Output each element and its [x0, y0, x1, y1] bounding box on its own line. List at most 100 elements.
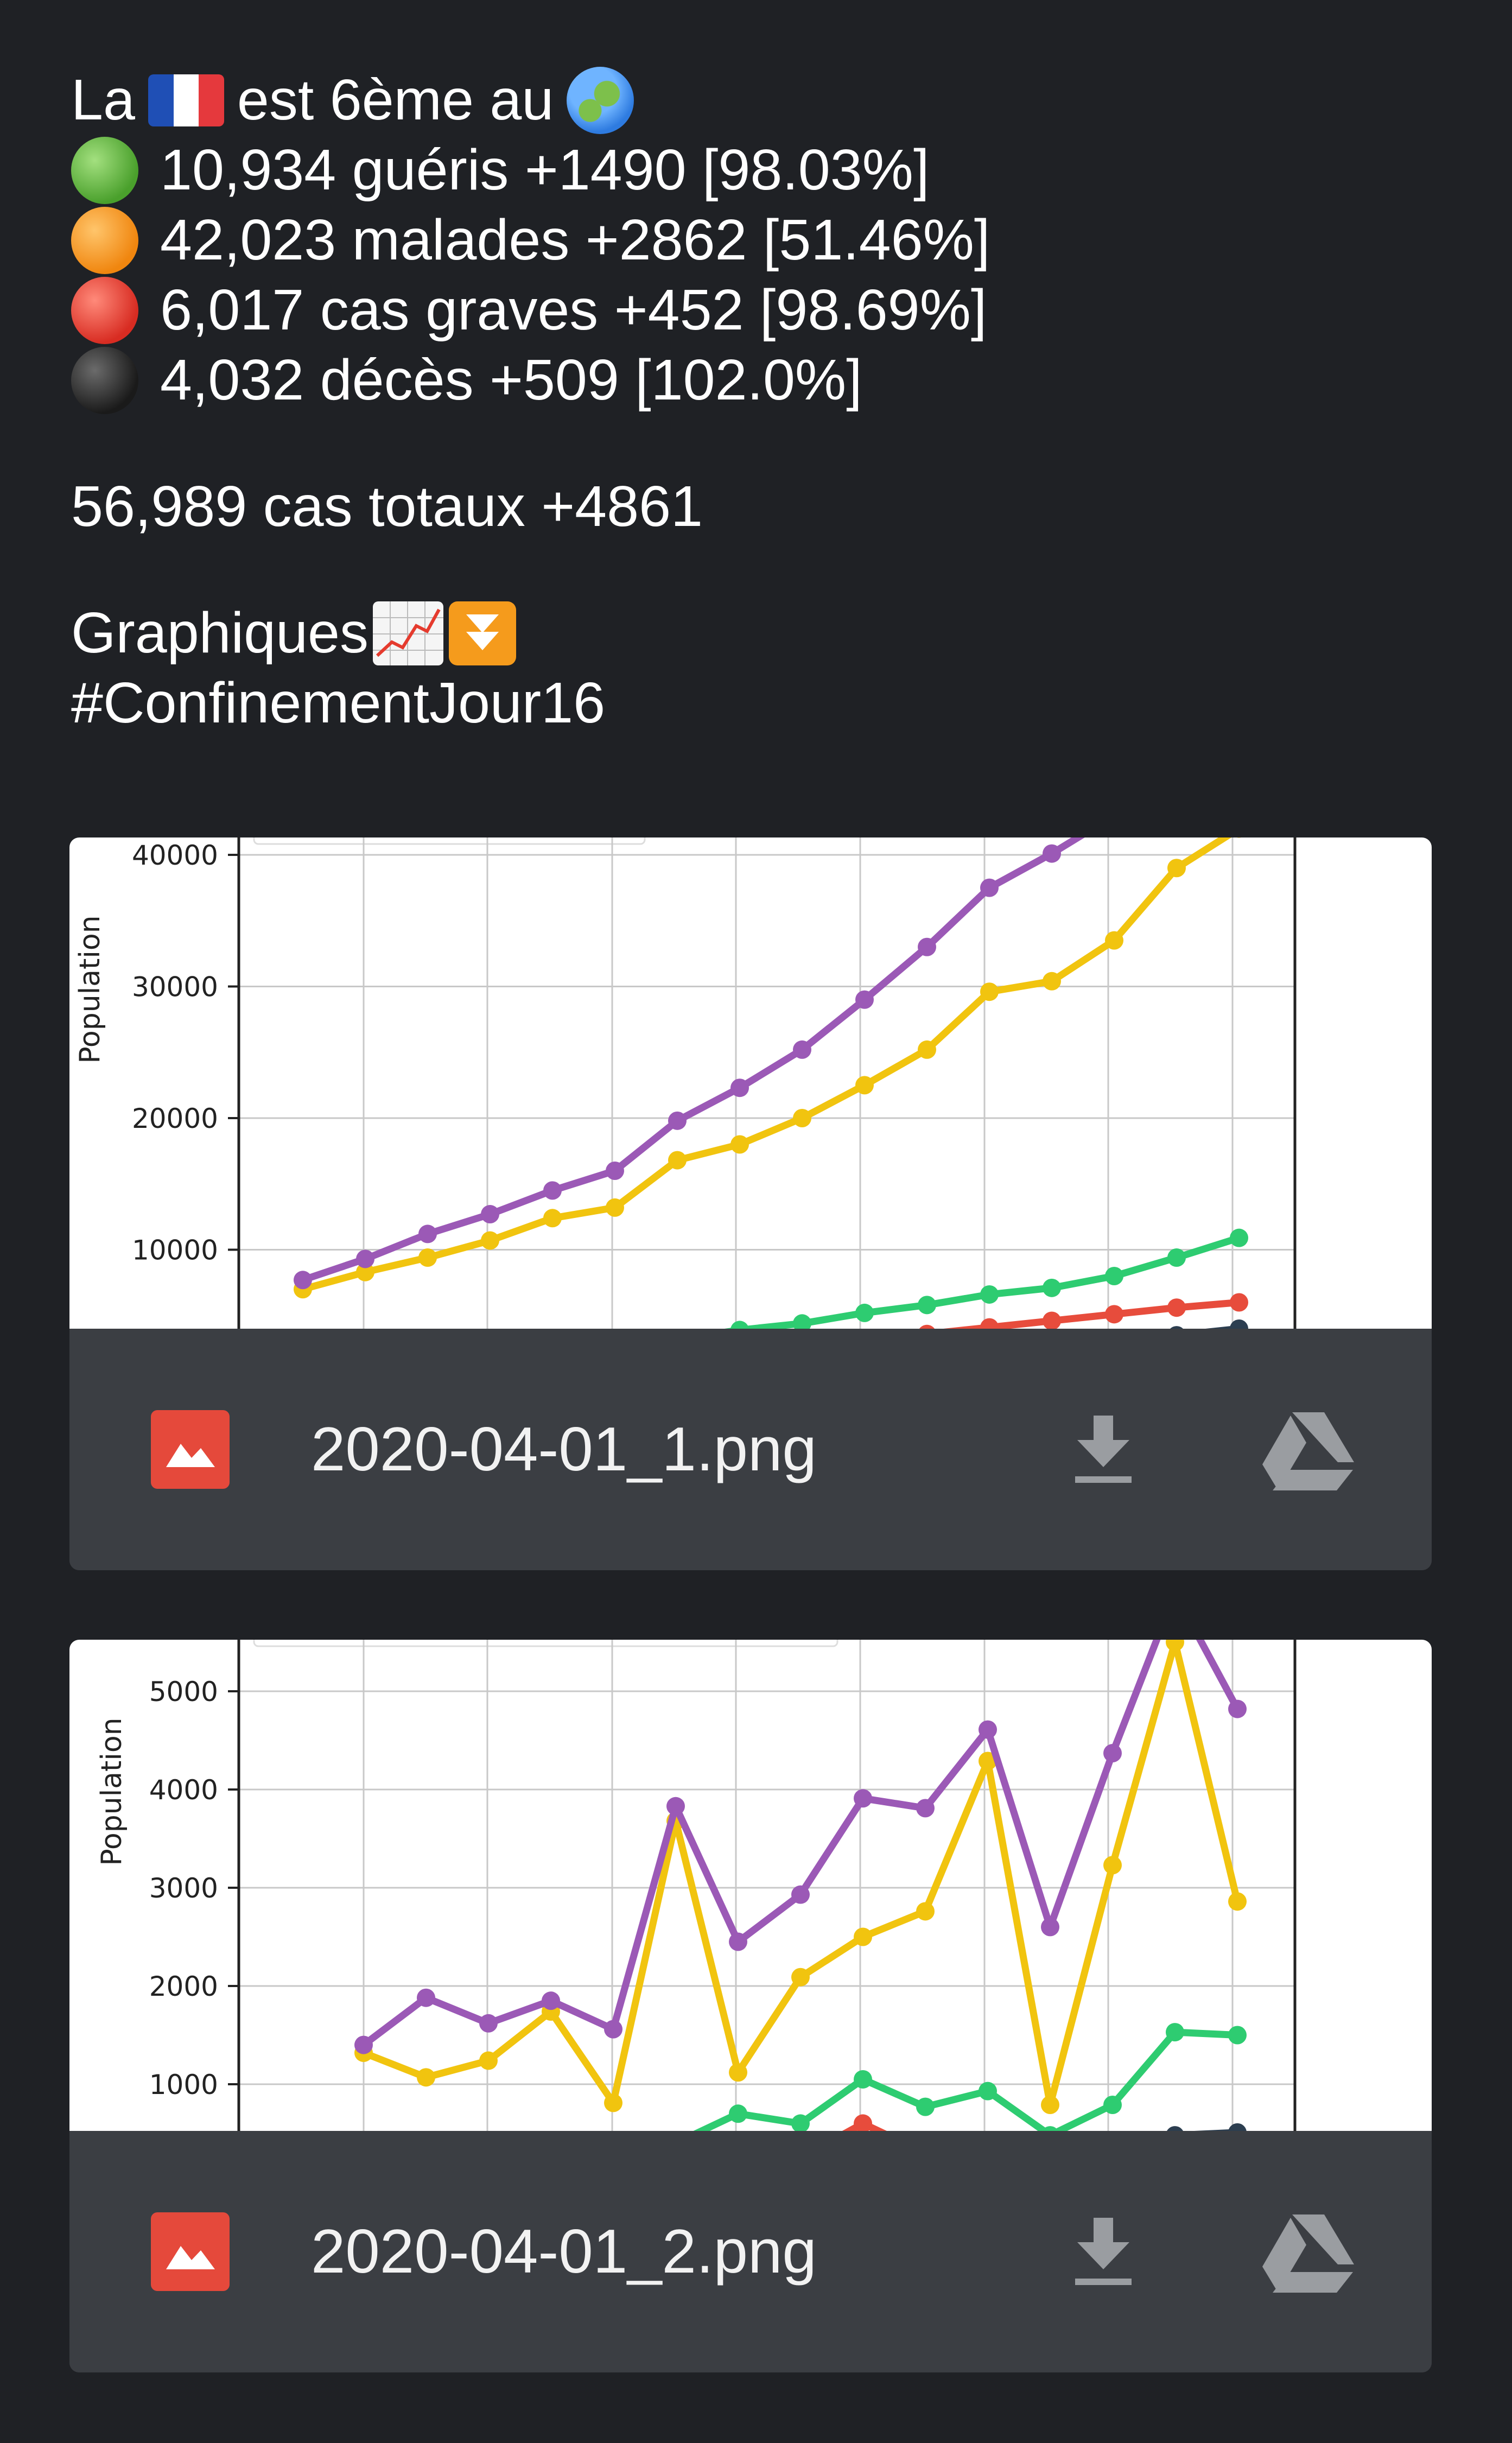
y-tick-label: 40000: [132, 840, 218, 871]
data-point-yellow: [1043, 972, 1061, 991]
globe-icon: [567, 66, 634, 134]
data-point-purple: [604, 2020, 622, 2039]
stat-line-severe: 6,017 cas graves +452 [98.69%]: [71, 275, 1439, 345]
data-point-green: [1043, 1278, 1061, 1297]
data-point-purple: [730, 1078, 749, 1097]
hashtag[interactable]: #ConfinementJour16: [71, 668, 1439, 738]
data-point-purple: [666, 1797, 685, 1816]
data-point-yellow: [479, 2051, 498, 2070]
data-point-yellow: [1166, 1640, 1184, 1652]
data-point-yellow: [604, 2093, 622, 2112]
data-point-green: [855, 1303, 874, 1322]
stat-line-recovered: 10,934 guéris +1490 [98.03%]: [71, 135, 1439, 205]
series-line-purple: [301, 837, 1085, 1284]
image-attachment-1[interactable]: 10000 20000 30000 40000 Population 2020-04-0…: [69, 837, 1432, 1570]
data-point-yellow: [855, 1076, 874, 1095]
data-point-green: [730, 1321, 749, 1329]
black-circle-icon: [71, 346, 138, 414]
data-point-purple: [479, 2014, 498, 2033]
data-point-yellow: [918, 1040, 936, 1059]
download-icon[interactable]: [1071, 1410, 1136, 1486]
series-line-yellow: [362, 1640, 1241, 2109]
data-point-green: [918, 1296, 936, 1315]
data-point-yellow: [1103, 1856, 1122, 1875]
stat-line-sick: 42,023 malades +2862 [51.46%]: [71, 205, 1439, 275]
legend-box: [253, 837, 646, 845]
data-point-yellow: [916, 1902, 935, 1921]
data-point-yellow: [418, 1248, 437, 1267]
data-point-yellow: [730, 1135, 749, 1154]
y-tick-label: 3000: [149, 1873, 218, 1904]
green-circle-icon: [71, 136, 138, 204]
data-point-purple: [1041, 1918, 1059, 1937]
data-point-dark: [1228, 2123, 1247, 2131]
stat-line-deaths: 4,032 décès +509 [102.0%]: [71, 345, 1439, 415]
red-circle-icon: [71, 276, 138, 344]
chart-preview-2[interactable]: 1000 2000 3000 4000 5000 Population: [69, 1640, 1432, 2131]
graphs-line: Graphiques: [71, 598, 1439, 668]
data-point-purple: [979, 1720, 997, 1739]
image-attachment-2[interactable]: 1000 2000 3000 4000 5000 Population 2020-04-0…: [69, 1640, 1432, 2372]
data-point-yellow: [793, 1109, 811, 1127]
data-point-yellow: [668, 1151, 687, 1170]
france-flag-icon: [148, 74, 224, 126]
data-point-purple: [356, 1249, 374, 1268]
google-drive-icon[interactable]: [1261, 1410, 1356, 1492]
data-point-purple: [354, 2035, 373, 2054]
image-file-icon: [151, 2212, 230, 2291]
data-point-yellow: [543, 1209, 562, 1228]
attachment-bar-1: 2020-04-01_1.png: [69, 1329, 1432, 1570]
data-point-yellow: [606, 1198, 624, 1217]
ranking-text: est 6ème au: [237, 68, 554, 132]
data-point-red: [1105, 1305, 1123, 1324]
data-point-red: [980, 1318, 999, 1329]
data-point-purple: [916, 1799, 935, 1818]
attachment-filename-1[interactable]: 2020-04-01_1.png: [311, 1413, 817, 1486]
data-point-red: [919, 1324, 935, 1329]
y-tick-label: 20000: [132, 1103, 218, 1134]
series-line-yellow: [302, 837, 1232, 1293]
chart-increasing-icon: [373, 601, 444, 665]
attachment-filename-2[interactable]: 2020-04-01_2.png: [311, 2215, 817, 2288]
data-point-yellow: [481, 1231, 499, 1250]
data-point-green: [980, 1285, 999, 1304]
data-point-purple: [791, 1885, 810, 1904]
attachment-bar-2: 2020-04-01_2.png: [69, 2131, 1432, 2372]
data-point-green: [854, 2070, 872, 2089]
data-point-green: [916, 2097, 935, 2116]
stat-deaths: 4,032 décès +509 [102.0%]: [160, 348, 862, 412]
y-tick-label: 1000: [149, 2069, 218, 2101]
data-point-green: [1103, 2096, 1122, 2115]
y-tick-label: 2000: [149, 1971, 218, 2002]
data-point-purple: [855, 990, 874, 1009]
data-point-purple: [418, 1224, 437, 1243]
download-icon[interactable]: [1071, 2212, 1136, 2288]
data-point-purple: [980, 878, 999, 897]
orange-circle-icon: [71, 206, 138, 274]
data-point-yellow: [729, 2063, 747, 2082]
data-point-purple: [1228, 1699, 1247, 1718]
data-point-yellow: [854, 1927, 872, 1946]
google-drive-icon[interactable]: [1261, 2212, 1356, 2294]
data-point-green: [729, 2104, 747, 2123]
data-point-purple: [854, 1789, 872, 1808]
y-tick-label: 10000: [132, 1235, 218, 1266]
stat-sick: 42,023 malades +2862 [51.46%]: [160, 208, 990, 272]
data-point-purple: [668, 1111, 687, 1130]
image-file-icon: [151, 1410, 230, 1489]
chart-preview-1[interactable]: 10000 20000 30000 40000 Population: [69, 837, 1432, 1329]
data-point-yellow: [1167, 859, 1186, 878]
data-point-yellow: [791, 1968, 810, 1987]
stat-severe: 6,017 cas graves +452 [98.69%]: [160, 278, 987, 342]
data-point-yellow: [417, 2068, 435, 2087]
data-point-purple: [294, 1271, 312, 1290]
data-point-red: [854, 2114, 872, 2131]
y-tick-label: 5000: [149, 1676, 218, 1708]
data-point-green: [1167, 1248, 1186, 1267]
data-point-purple: [417, 1988, 435, 2007]
legend-box: [253, 1640, 838, 1647]
y-tick-label: 4000: [149, 1774, 218, 1806]
data-point-red: [1043, 1311, 1061, 1329]
data-point-red: [1167, 1298, 1186, 1317]
graphs-label: Graphiques: [71, 601, 369, 665]
